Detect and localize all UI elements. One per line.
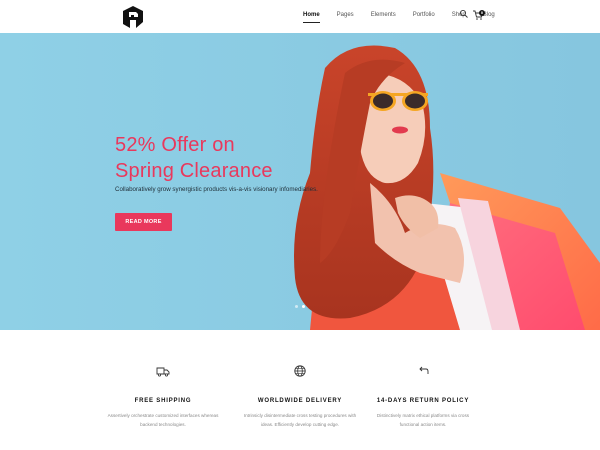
- hero-slider: 52% Offer on Spring Clearance Collaborat…: [0, 33, 600, 330]
- cart-count-badge: 0: [479, 10, 485, 16]
- hero-subtext: Collaboratively grow synergistic product…: [115, 186, 318, 193]
- nav-item-pages[interactable]: Pages: [337, 12, 354, 18]
- feature-title: WORLDWIDE DELIVERY: [257, 398, 343, 404]
- truck-icon: [156, 367, 170, 377]
- slider-pagination: [295, 305, 305, 308]
- nav-item-elements[interactable]: Elements: [371, 12, 396, 18]
- feature-description: Distinctively matrix ethical platforms v…: [358, 411, 488, 429]
- search-icon[interactable]: [459, 9, 469, 19]
- feature-description: Intrinsicly disintermediate cross testin…: [235, 411, 365, 429]
- feature-description: Assertively orchestrate customized inter…: [98, 411, 228, 429]
- nav-item-home[interactable]: Home: [303, 12, 320, 23]
- hero-image: [0, 33, 600, 330]
- feature-return-policy: 14-DAYS RETURN POLICY Distinctively matr…: [358, 364, 488, 429]
- feature-description-line2: ideas. Efficiently develop cutting edge.: [260, 422, 340, 427]
- hero-headline-line1: 52% Offer on: [115, 134, 235, 156]
- feature-description-line2: backend technologies.: [140, 422, 186, 427]
- nav-item-portfolio[interactable]: Portfolio: [413, 12, 435, 18]
- hero-headline-line2: Spring Clearance: [115, 160, 273, 182]
- return-arrow-icon: [419, 366, 429, 374]
- feature-free-shipping: FREE SHIPPING Assertively orchestrate cu…: [98, 364, 228, 429]
- feature-description-line1: Assertively orchestrate customized inter…: [107, 413, 219, 418]
- feature-description-line1: Intrinsicly disintermediate cross testin…: [243, 413, 357, 418]
- features-section: FREE SHIPPING Assertively orchestrate cu…: [0, 330, 600, 450]
- feature-description-line2: functional action items.: [399, 422, 447, 427]
- feature-title: FREE SHIPPING: [134, 398, 192, 404]
- logo-icon[interactable]: [121, 5, 145, 29]
- slider-dot-2[interactable]: [302, 305, 305, 308]
- hero-headline: 52% Offer on Spring Clearance: [115, 132, 273, 184]
- site-header: Home Pages Elements Portfolio Shop Blog …: [0, 0, 600, 33]
- feature-description-line1: Distinctively matrix ethical platforms v…: [376, 413, 470, 418]
- globe-icon: [294, 365, 306, 377]
- feature-title: 14-DAYS RETURN POLICY: [376, 398, 470, 404]
- slider-dot-1[interactable]: [295, 305, 298, 308]
- read-more-button[interactable]: READ MORE: [115, 213, 172, 231]
- feature-worldwide-delivery: WORLDWIDE DELIVERY Intrinsicly disinterm…: [235, 364, 365, 429]
